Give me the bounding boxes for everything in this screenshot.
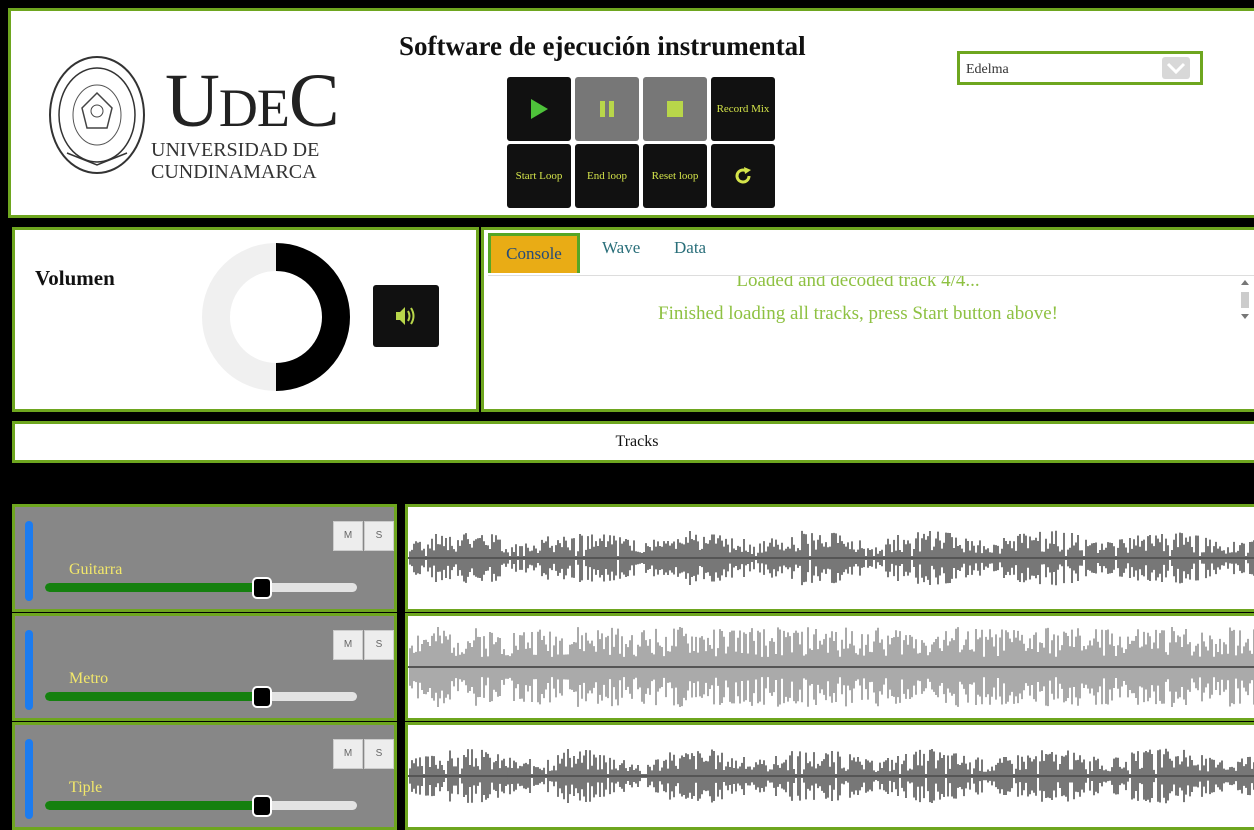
- track-name: Guitarra: [69, 561, 123, 578]
- header-panel: UDEC UNIVERSIDAD DE CUNDINAMARCA Softwar…: [8, 8, 1254, 218]
- slider-fill: [45, 801, 261, 810]
- volume-label: Volumen: [35, 266, 115, 290]
- pause-button[interactable]: [575, 77, 639, 141]
- waveform-tiple[interactable]: [405, 722, 1254, 830]
- track-row-tiple: M S Tiple: [12, 722, 397, 830]
- tab-wave[interactable]: Wave: [602, 238, 640, 258]
- slider-thumb[interactable]: [252, 686, 273, 708]
- track-indicator: [25, 630, 33, 710]
- tab-console[interactable]: Console: [488, 233, 580, 273]
- mute-button[interactable]: M: [333, 521, 363, 551]
- mute-button[interactable]: M: [333, 739, 363, 769]
- tracks-label: Tracks: [615, 433, 659, 450]
- slider-fill: [45, 692, 261, 701]
- university-seal-logo: [49, 56, 145, 174]
- volume-knob[interactable]: [199, 240, 353, 394]
- solo-button[interactable]: S: [364, 739, 394, 769]
- console-scrollbar[interactable]: [1238, 276, 1252, 332]
- start-loop-button[interactable]: Start Loop: [507, 144, 571, 208]
- solo-button[interactable]: S: [364, 521, 394, 551]
- play-icon: [531, 99, 548, 119]
- track-name: Metro: [69, 670, 109, 687]
- log-line: Loaded and decoded track 4/4...: [736, 275, 980, 291]
- console-log: Loaded and decoded track 4/4... Finished…: [488, 275, 1254, 410]
- stop-icon: [667, 101, 683, 117]
- user-select-value: Edelma: [966, 62, 1009, 77]
- speaker-icon: [396, 307, 415, 325]
- university-name: UNIVERSIDAD DE CUNDINAMARCA: [151, 139, 319, 183]
- end-loop-button[interactable]: End loop: [575, 144, 639, 208]
- waveform-graphic: [408, 530, 1254, 586]
- track-row-metro: M S Metro: [12, 613, 397, 721]
- mute-button[interactable]: M: [333, 630, 363, 660]
- slider-thumb[interactable]: [252, 577, 273, 599]
- slider-fill: [45, 583, 261, 592]
- tab-data[interactable]: Data: [674, 238, 706, 258]
- log-line: Finished loading all tracks, press Start…: [658, 303, 1058, 324]
- solo-button[interactable]: S: [364, 630, 394, 660]
- reset-loop-button[interactable]: Reset loop: [643, 144, 707, 208]
- play-button[interactable]: [507, 77, 571, 141]
- track-indicator: [25, 521, 33, 601]
- pause-icon: [600, 101, 614, 117]
- waveform-metro[interactable]: [405, 613, 1254, 721]
- udec-wordmark: UDEC: [165, 59, 340, 143]
- record-mix-button[interactable]: Record Mix: [711, 77, 775, 141]
- track-name: Tiple: [69, 779, 103, 796]
- waveform-guitarra[interactable]: [405, 504, 1254, 612]
- volume-panel: Volumen: [12, 227, 479, 412]
- track-volume-slider[interactable]: [45, 686, 357, 708]
- waveform-graphic: [408, 748, 1254, 804]
- track-row-guitarra: M S Guitarra: [12, 504, 397, 612]
- console-panel: Console Wave Data Loaded and decoded tra…: [481, 227, 1254, 412]
- track-volume-slider[interactable]: [45, 577, 357, 599]
- track-indicator: [25, 739, 33, 819]
- track-volume-slider[interactable]: [45, 795, 357, 817]
- slider-thumb[interactable]: [252, 795, 273, 817]
- university-name-line2: CUNDINAMARCA: [151, 161, 317, 183]
- stop-button[interactable]: [643, 77, 707, 141]
- chevron-down-icon[interactable]: [1162, 57, 1190, 79]
- app-title: Software de ejecución instrumental: [399, 31, 806, 61]
- volume-level-arc: [275, 243, 350, 391]
- university-name-line1: UNIVERSIDAD DE: [151, 139, 320, 161]
- refresh-icon: [735, 167, 751, 184]
- tracks-header: Tracks: [12, 421, 1254, 463]
- user-select[interactable]: Edelma: [957, 51, 1203, 85]
- volume-mute-button[interactable]: [373, 285, 439, 347]
- refresh-button[interactable]: [711, 144, 775, 208]
- waveform-graphic: [408, 627, 1254, 707]
